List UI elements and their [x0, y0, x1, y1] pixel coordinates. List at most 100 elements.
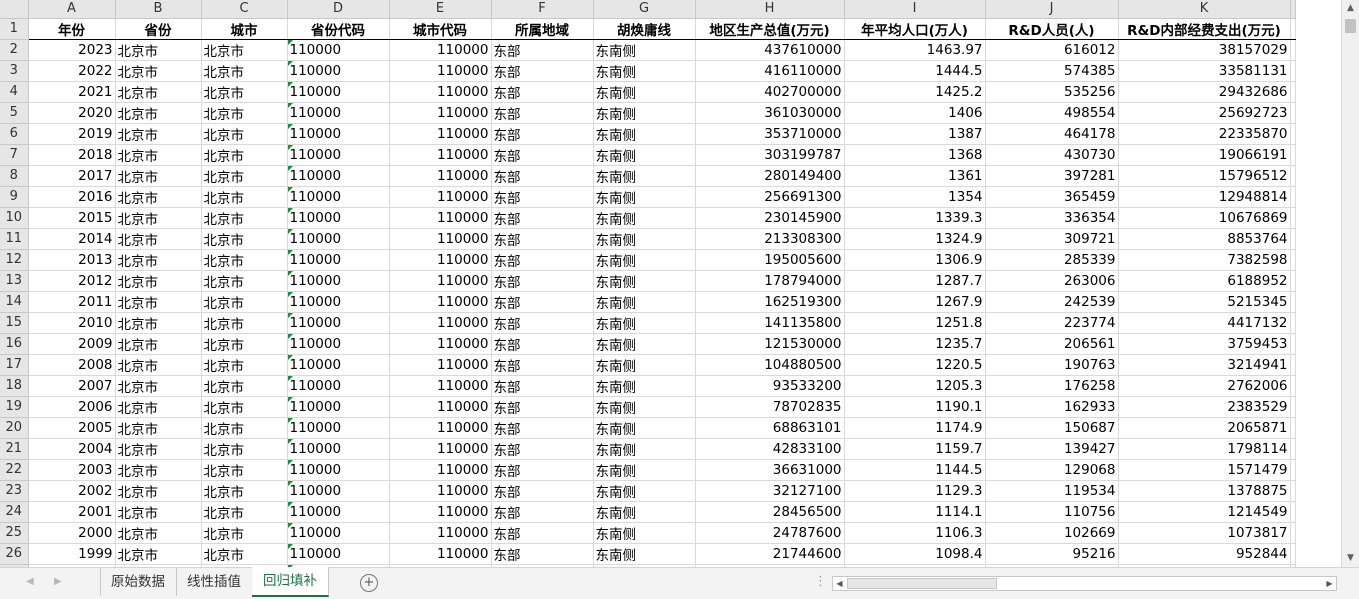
column-title[interactable]: 省份 [115, 18, 202, 40]
table-cell[interactable]: 北京市 [201, 186, 288, 208]
row-header[interactable]: 16 [0, 333, 29, 355]
table-cell[interactable]: 8853764 [1118, 228, 1291, 250]
table-cell[interactable]: 北京市 [115, 39, 202, 61]
table-cell[interactable]: 110000 [389, 207, 492, 229]
vertical-scroll-thumb[interactable] [1345, 19, 1356, 33]
table-cell[interactable]: 162519300 [695, 291, 845, 313]
table-cell[interactable]: 1267.9 [844, 291, 986, 313]
table-cell[interactable]: 110000 [287, 207, 390, 229]
table-cell[interactable]: 北京市 [115, 459, 202, 481]
empty-cell[interactable] [1290, 375, 1296, 397]
table-cell[interactable]: 1220.5 [844, 354, 986, 376]
table-cell[interactable]: 东南侧 [593, 312, 696, 334]
table-cell[interactable]: 121530000 [695, 333, 845, 355]
column-title[interactable]: 省份代码 [287, 18, 390, 40]
table-cell[interactable]: 110000 [389, 291, 492, 313]
table-cell[interactable]: 东部 [491, 396, 594, 418]
select-all-corner[interactable] [0, 0, 29, 19]
table-cell[interactable]: 2762006 [1118, 375, 1291, 397]
table-cell[interactable]: 东南侧 [593, 459, 696, 481]
table-cell[interactable]: 93533200 [695, 375, 845, 397]
table-cell[interactable]: 东南侧 [593, 354, 696, 376]
table-cell[interactable]: 1144.5 [844, 459, 986, 481]
table-cell[interactable]: 北京市 [201, 333, 288, 355]
table-cell[interactable]: 110000 [389, 501, 492, 523]
scroll-down-icon[interactable]: ▼ [1342, 550, 1359, 567]
table-cell[interactable]: 2023 [28, 39, 116, 61]
table-cell[interactable]: 北京市 [201, 543, 288, 565]
table-cell[interactable]: 东部 [491, 333, 594, 355]
table-cell[interactable]: 78702835 [695, 396, 845, 418]
row-header[interactable]: 13 [0, 270, 29, 292]
table-cell[interactable]: 361030000 [695, 102, 845, 124]
table-cell[interactable]: 东南侧 [593, 438, 696, 460]
table-cell[interactable]: 北京市 [201, 228, 288, 250]
table-cell[interactable]: 北京市 [115, 375, 202, 397]
table-cell[interactable]: 110000 [287, 60, 390, 82]
table-cell[interactable]: 110000 [389, 480, 492, 502]
table-cell[interactable]: 2065871 [1118, 417, 1291, 439]
column-title[interactable]: R&D内部经费支出(万元) [1118, 18, 1291, 40]
table-cell[interactable]: 东部 [491, 417, 594, 439]
table-cell[interactable]: 1306.9 [844, 249, 986, 271]
table-cell[interactable]: 223774 [985, 312, 1119, 334]
table-cell[interactable]: 430730 [985, 144, 1119, 166]
table-cell[interactable]: 1106.3 [844, 522, 986, 544]
table-cell[interactable]: 1387 [844, 123, 986, 145]
table-cell[interactable]: 110000 [287, 543, 390, 565]
table-cell[interactable]: 2016 [28, 186, 116, 208]
empty-cell[interactable] [1290, 312, 1296, 334]
table-cell[interactable]: 3214941 [1118, 354, 1291, 376]
table-cell[interactable]: 280149400 [695, 165, 845, 187]
table-cell[interactable]: 东部 [491, 123, 594, 145]
table-cell[interactable]: 东南侧 [593, 144, 696, 166]
column-header-k[interactable]: K [1118, 0, 1291, 19]
table-cell[interactable]: 北京市 [201, 291, 288, 313]
table-cell[interactable]: 110000 [389, 333, 492, 355]
empty-cell[interactable] [1290, 228, 1296, 250]
table-cell[interactable]: 1361 [844, 165, 986, 187]
table-cell[interactable]: 616012 [985, 39, 1119, 61]
scroll-left-icon[interactable]: ◀ [833, 577, 846, 590]
table-cell[interactable]: 北京市 [201, 354, 288, 376]
table-cell[interactable]: 北京市 [115, 291, 202, 313]
table-cell[interactable]: 7382598 [1118, 249, 1291, 271]
table-cell[interactable]: 2006 [28, 396, 116, 418]
row-header[interactable]: 10 [0, 207, 29, 229]
table-cell[interactable]: 110000 [287, 417, 390, 439]
table-cell[interactable]: 2022 [28, 60, 116, 82]
table-cell[interactable]: 110000 [389, 123, 492, 145]
tab-splitter-icon[interactable]: ⋮ [814, 574, 827, 589]
table-cell[interactable]: 1406 [844, 102, 986, 124]
table-cell[interactable]: 东南侧 [593, 81, 696, 103]
table-cell[interactable]: 29432686 [1118, 81, 1291, 103]
table-cell[interactable]: 110000 [389, 270, 492, 292]
empty-cell[interactable] [1290, 480, 1296, 502]
table-cell[interactable]: 110000 [287, 270, 390, 292]
table-cell[interactable]: 110000 [287, 396, 390, 418]
table-cell[interactable]: 2010 [28, 312, 116, 334]
table-cell[interactable]: 北京市 [115, 396, 202, 418]
table-cell[interactable]: 110000 [287, 312, 390, 334]
table-cell[interactable]: 1214549 [1118, 501, 1291, 523]
table-cell[interactable]: 东部 [491, 207, 594, 229]
table-cell[interactable]: 464178 [985, 123, 1119, 145]
table-cell[interactable]: 北京市 [115, 81, 202, 103]
table-cell[interactable]: 2000 [28, 522, 116, 544]
table-cell[interactable]: 东南侧 [593, 102, 696, 124]
table-cell[interactable]: 110000 [287, 354, 390, 376]
row-header[interactable]: 1 [0, 18, 29, 40]
empty-cell[interactable] [1290, 207, 1296, 229]
row-header[interactable]: 12 [0, 249, 29, 271]
column-header-j[interactable]: J [985, 0, 1119, 19]
table-cell[interactable]: 1798114 [1118, 438, 1291, 460]
empty-cell[interactable] [1290, 501, 1296, 523]
table-cell[interactable]: 北京市 [201, 60, 288, 82]
table-cell[interactable]: 110000 [287, 501, 390, 523]
empty-cell[interactable] [1290, 144, 1296, 166]
table-cell[interactable]: 东南侧 [593, 270, 696, 292]
table-cell[interactable]: 1235.7 [844, 333, 986, 355]
table-cell[interactable]: 110000 [287, 333, 390, 355]
row-header[interactable]: 19 [0, 396, 29, 418]
empty-cell[interactable] [1290, 165, 1296, 187]
